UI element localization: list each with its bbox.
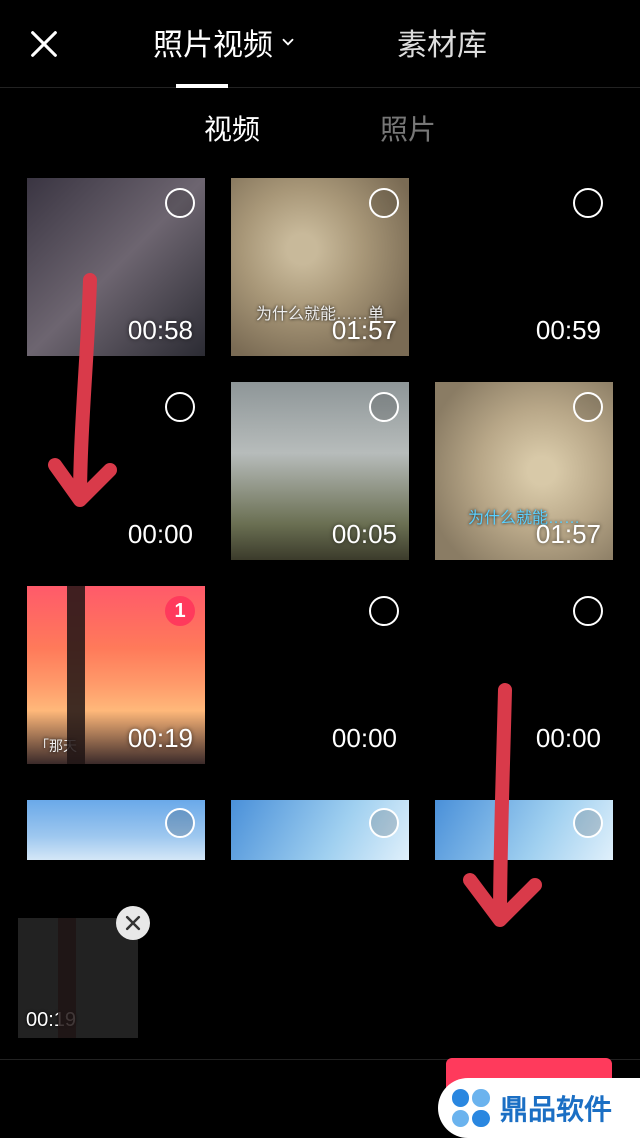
select-circle[interactable]	[573, 188, 603, 218]
remove-button[interactable]	[116, 906, 150, 940]
select-circle[interactable]	[369, 808, 399, 838]
video-thumb[interactable]: 00:00	[27, 382, 205, 560]
watermark-icon	[452, 1089, 490, 1127]
video-grid: 00:58 为什么就能……单 01:57 00:59 00:00 00:05 为…	[0, 168, 640, 764]
select-circle[interactable]	[165, 188, 195, 218]
video-thumb[interactable]: 00:58	[27, 178, 205, 356]
primary-tabs: 照片视频 素材库	[0, 20, 640, 68]
video-thumb[interactable]: 00:00	[435, 586, 613, 764]
select-circle-selected[interactable]: 1	[165, 596, 195, 626]
selection-tray: 00:19	[18, 918, 138, 1038]
select-circle[interactable]	[165, 392, 195, 422]
select-circle[interactable]	[573, 392, 603, 422]
close-button[interactable]	[24, 24, 64, 64]
header-bar: 照片视频 素材库	[0, 0, 640, 88]
video-thumb[interactable]	[27, 800, 205, 860]
video-thumb[interactable]: 为什么就能…… 01:57	[435, 382, 613, 560]
select-circle[interactable]	[573, 808, 603, 838]
video-duration: 00:00	[128, 519, 193, 550]
close-icon	[123, 913, 143, 933]
video-thumb[interactable]: 00:05	[231, 382, 409, 560]
select-circle[interactable]	[369, 188, 399, 218]
tab-photo-video-label: 照片视频	[153, 20, 273, 64]
video-duration: 01:57	[332, 315, 397, 346]
tab-photo-video[interactable]: 照片视频	[153, 20, 297, 68]
select-circle[interactable]	[369, 392, 399, 422]
video-thumb[interactable]	[435, 800, 613, 860]
tab-video[interactable]: 视频	[204, 108, 260, 148]
tab-underline	[176, 84, 228, 88]
video-thumb[interactable]: 00:00	[231, 586, 409, 764]
tab-material-library[interactable]: 素材库	[397, 20, 487, 68]
video-duration: 00:00	[536, 723, 601, 754]
tray-item[interactable]: 00:19	[18, 918, 138, 1038]
video-duration: 01:57	[536, 519, 601, 550]
video-duration: 00:59	[536, 315, 601, 346]
watermark-text: 鼎品软件	[500, 1088, 612, 1128]
video-thumb[interactable]: 1 「那天 00:19	[27, 586, 205, 764]
video-duration: 00:19	[128, 723, 193, 754]
watermark-badge: 鼎品软件	[438, 1078, 640, 1138]
tab-photo[interactable]: 照片	[380, 108, 436, 148]
select-circle[interactable]	[369, 596, 399, 626]
close-icon	[27, 27, 61, 61]
video-grid-row4	[0, 790, 640, 860]
video-duration: 00:05	[332, 519, 397, 550]
select-circle[interactable]	[165, 808, 195, 838]
chevron-down-icon	[279, 33, 297, 51]
video-duration: 00:00	[332, 723, 397, 754]
secondary-tabs: 视频 照片	[0, 88, 640, 168]
video-thumb[interactable]: 为什么就能……单 01:57	[231, 178, 409, 356]
tray-duration: 00:19	[26, 1009, 76, 1032]
select-circle[interactable]	[573, 596, 603, 626]
video-thumb[interactable]: 00:59	[435, 178, 613, 356]
video-thumb[interactable]	[231, 800, 409, 860]
tab-material-library-label: 素材库	[397, 20, 487, 64]
video-duration: 00:58	[128, 315, 193, 346]
video-overlay-text: 「那天	[35, 736, 77, 756]
